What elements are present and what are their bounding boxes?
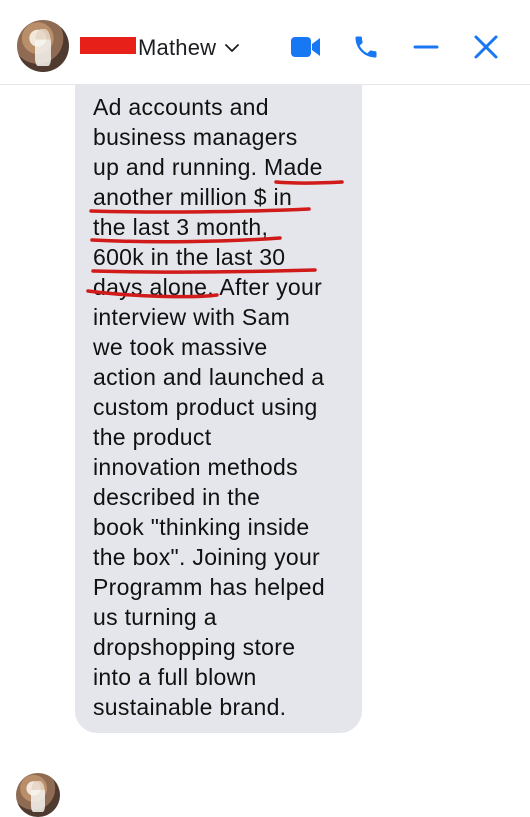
message-line: action and launched a	[93, 364, 325, 390]
chevron-down-icon	[225, 44, 240, 52]
message-line: the box". Joining your	[93, 544, 321, 570]
message-line: into a full blown	[93, 664, 257, 690]
redaction-mark	[80, 36, 136, 54]
message-line: described in the	[93, 484, 261, 510]
contact-name-button[interactable]: Mathew	[80, 32, 240, 64]
video-call-icon	[291, 37, 320, 57]
message-line: business managers	[93, 124, 298, 150]
message-line: up and running. Made	[93, 154, 323, 180]
close-button[interactable]	[468, 30, 504, 64]
minimize-icon	[413, 45, 439, 49]
close-icon	[474, 35, 498, 59]
message-bubble[interactable]: Ad accounts and business managers up and…	[75, 85, 362, 733]
message-line: days alone. After your	[93, 274, 323, 300]
message-line: 600k in the last 30	[93, 244, 286, 270]
message-line: interview with Sam	[93, 304, 291, 330]
contact-avatar[interactable]	[17, 20, 69, 72]
message-line: the product	[93, 424, 212, 450]
phone-call-button[interactable]	[348, 30, 384, 64]
message-line: Ad accounts and	[93, 94, 269, 120]
messenger-chat-window: Mathew Ad accounts and business managers…	[0, 0, 530, 817]
video-call-button[interactable]	[288, 30, 324, 64]
message-line: we took massive	[93, 334, 268, 360]
avatar-photo	[31, 780, 45, 812]
message-line: the last 3 month,	[93, 214, 269, 240]
phone-call-icon	[355, 36, 377, 58]
message-line: sustainable brand.	[93, 694, 287, 720]
minimize-button[interactable]	[408, 30, 444, 64]
header-actions	[288, 30, 504, 64]
chat-header: Mathew	[0, 0, 530, 85]
message-text: Ad accounts and business managers up and…	[93, 92, 344, 722]
message-line: dropshopping store	[93, 634, 296, 660]
message-line: us turning a	[93, 604, 217, 630]
message-line: Programm has helped	[93, 574, 325, 600]
message-thread: Ad accounts and business managers up and…	[0, 85, 530, 817]
sender-avatar[interactable]	[16, 773, 60, 817]
message-line: innovation methods	[93, 454, 298, 480]
message-line: another million $ in	[93, 184, 293, 210]
message-line: custom product using	[93, 394, 318, 420]
message-line: book "thinking inside	[93, 514, 310, 540]
contact-name: Mathew	[138, 35, 217, 60]
avatar-photo	[35, 29, 51, 66]
